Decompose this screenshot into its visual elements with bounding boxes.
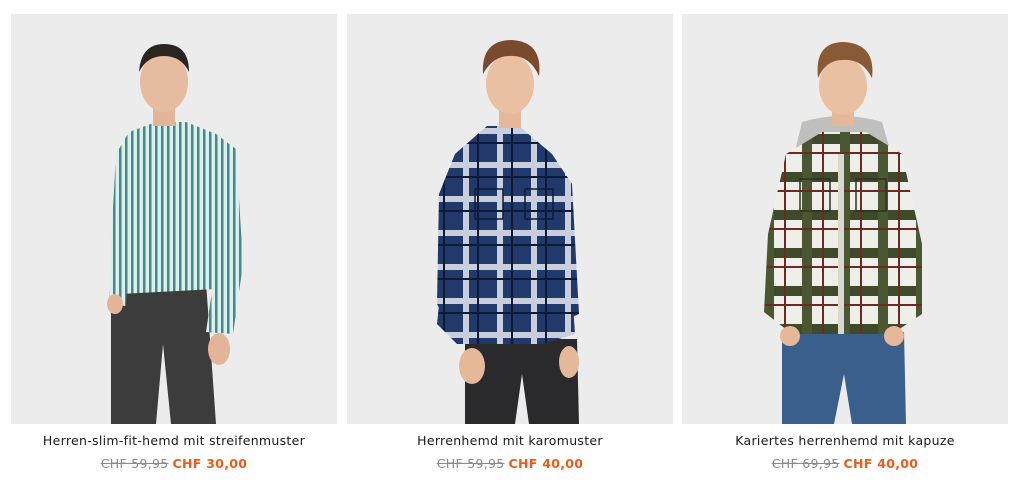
product-grid: Herren-slim-fit-hemd mit streifenmuster … xyxy=(0,0,1024,482)
price-row: CHF 59,95 CHF 40,00 xyxy=(347,456,673,471)
original-price: CHF 69,95 xyxy=(771,456,840,471)
sale-price: CHF 40,00 xyxy=(843,456,919,471)
product-card[interactable]: Herrenhemd mit karomuster CHF 59,95 CHF 4… xyxy=(347,14,673,471)
product-image[interactable] xyxy=(11,14,337,424)
sale-price: CHF 30,00 xyxy=(172,456,248,471)
price-row: CHF 59,95 CHF 30,00 xyxy=(11,456,337,471)
product-name[interactable]: Herren-slim-fit-hemd mit streifenmuster xyxy=(11,433,337,448)
price-row: CHF 69,95 CHF 40,00 xyxy=(682,456,1008,471)
product-image[interactable] xyxy=(682,14,1008,424)
product-card[interactable]: Kariertes herrenhemd mit kapuze CHF 69,9… xyxy=(682,14,1008,471)
sale-price: CHF 40,00 xyxy=(508,456,584,471)
original-price: CHF 59,95 xyxy=(100,456,169,471)
original-price: CHF 59,95 xyxy=(436,456,505,471)
product-name[interactable]: Herrenhemd mit karomuster xyxy=(347,433,673,448)
product-image[interactable] xyxy=(347,14,673,424)
product-name[interactable]: Kariertes herrenhemd mit kapuze xyxy=(682,433,1008,448)
product-card[interactable]: Herren-slim-fit-hemd mit streifenmuster … xyxy=(11,14,337,471)
